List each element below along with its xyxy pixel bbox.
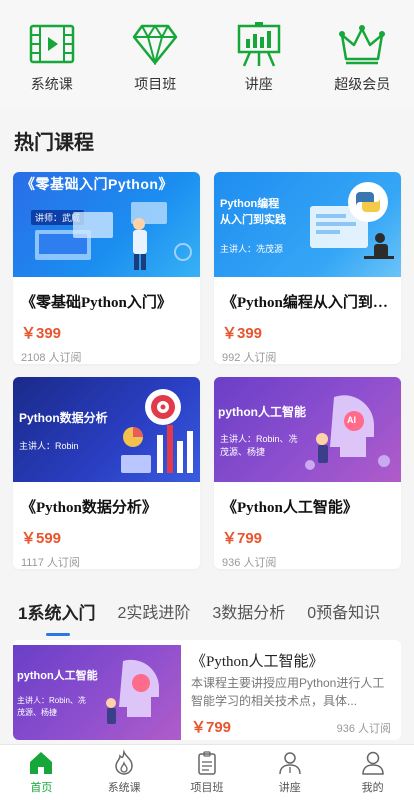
nav-label: 我的: [361, 782, 384, 794]
nav-project-class[interactable]: 项目班: [167, 745, 247, 800]
course-price: ￥799: [222, 530, 263, 547]
course-thumbnail: Python编程 从入门到实践 主讲人：冼茂源: [214, 172, 401, 277]
course-list-item[interactable]: python人工智能 主讲人：Robin、冼茂源、杨捷 《Python人工智能》…: [13, 640, 401, 740]
course-thumbnail: python人工智能 主讲人：Robin、冼茂源、杨捷 AI: [214, 377, 401, 482]
course-subscribers: 936 人订阅: [336, 723, 391, 735]
course-card[interactable]: python人工智能 主讲人：Robin、冼茂源、杨捷 AI 《Python人工…: [214, 377, 401, 569]
user-icon: [361, 751, 384, 775]
category-label: 系统课: [30, 76, 73, 92]
course-title: 《Python编程从入门到实践》: [222, 295, 393, 311]
tab-system-intro[interactable]: 1系统入门: [18, 602, 95, 636]
ai-badge-text: AI: [347, 415, 356, 425]
course-title: 《Python数据分析》: [21, 500, 157, 516]
nav-label: 项目班: [190, 782, 224, 794]
category-label: 超级会员: [334, 76, 391, 92]
course-category-tabs: 1系统入门 2实践进阶 3数据分析 0预备知识: [0, 598, 414, 638]
course-thumbnail: Python数据分析 主讲人：Robin: [13, 377, 200, 482]
course-card[interactable]: 《零基础入门Python》 讲师：武威 《零基础Python入门》 ￥399 2…: [13, 172, 200, 364]
course-price: ￥799: [191, 719, 232, 736]
diamond-icon: [130, 20, 180, 68]
course-subscribers: 2108 人订阅: [21, 352, 82, 364]
flame-icon: [115, 749, 133, 775]
lecturer-icon: [279, 752, 301, 775]
course-thumbnail: 《零基础入门Python》 讲师：武威: [13, 172, 200, 277]
crown-icon: [337, 20, 387, 68]
nav-lecture[interactable]: 讲座: [250, 745, 330, 800]
nav-label: 首页: [30, 782, 53, 794]
course-description: 本课程主要讲授应用Python进行人工智能学习的相关技术点，具体...: [191, 676, 385, 708]
category-label: 讲座: [244, 76, 273, 92]
nav-system-course[interactable]: 系统课: [84, 745, 164, 800]
section-title-hot-courses: 热门课程: [14, 132, 94, 154]
course-subscribers: 1117 人订阅: [21, 557, 80, 569]
category-bar: 系统课 项目班 讲座 超级会员: [0, 0, 414, 108]
course-thumbnail: python人工智能 主讲人：Robin、冼茂源、杨捷: [13, 645, 181, 740]
category-lecture[interactable]: 讲座: [214, 20, 304, 94]
category-label: 项目班: [134, 76, 177, 92]
course-card[interactable]: Python编程 从入门到实践 主讲人：冼茂源 《Python编程从入门到实践》…: [214, 172, 401, 364]
bottom-nav: 首页 系统课 项目班 讲座 我的: [0, 744, 414, 800]
course-title: 《零基础Python入门》: [21, 295, 172, 311]
clipboard-icon: [198, 751, 216, 775]
data-analysis-illustration: [121, 389, 193, 473]
illustration-laptop-person: [35, 202, 192, 270]
course-title: 《Python人工智能》: [191, 654, 324, 670]
nav-label: 系统课: [107, 782, 141, 794]
nav-label: 讲座: [278, 782, 301, 794]
course-price: ￥399: [21, 325, 62, 342]
nav-home[interactable]: 首页: [1, 745, 81, 800]
python-logo-illustration: [310, 182, 394, 259]
course-subscribers: 992 人订阅: [222, 352, 277, 364]
home-icon: [30, 752, 53, 774]
course-price: ￥399: [222, 325, 263, 342]
easel-icon: [234, 20, 284, 68]
ai-head-illustration: [305, 395, 390, 470]
nav-mine[interactable]: 我的: [333, 745, 413, 800]
film-icon: [27, 20, 77, 68]
tab-preparatory[interactable]: 0预备知识: [307, 602, 380, 634]
category-system-course[interactable]: 系统课: [7, 20, 97, 94]
category-project-class[interactable]: 项目班: [110, 20, 200, 94]
course-title: 《Python人工智能》: [222, 500, 358, 516]
ai-head-illustration: [106, 659, 159, 724]
tab-data-analysis[interactable]: 3数据分析: [212, 602, 285, 634]
category-super-vip[interactable]: 超级会员: [317, 20, 407, 94]
course-card[interactable]: Python数据分析 主讲人：Robin 《Python数据分析》 ￥599 1…: [13, 377, 200, 569]
course-subscribers: 936 人订阅: [222, 557, 277, 569]
course-price: ￥599: [21, 530, 62, 547]
tab-practice-advanced[interactable]: 2实践进阶: [117, 602, 190, 634]
